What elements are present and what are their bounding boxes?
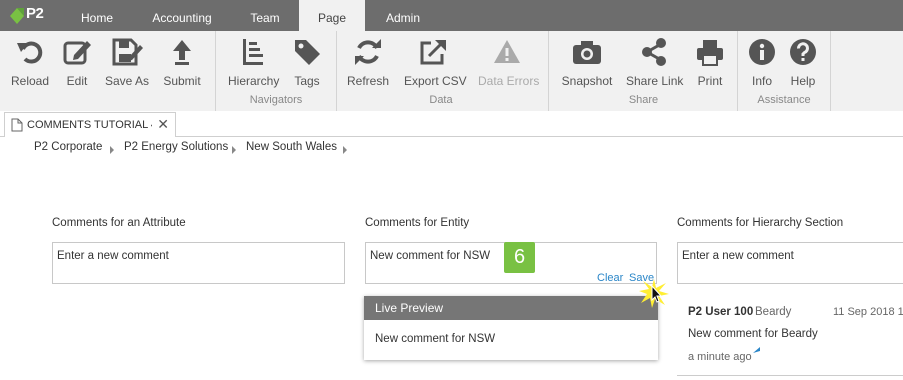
comment-user: P2 User 100: [688, 306, 754, 318]
export-csv-button[interactable]: Export CSV: [404, 37, 467, 88]
export-icon: [420, 40, 446, 65]
ribbon-divider: [737, 31, 738, 111]
mouse-cursor-icon: [639, 279, 669, 308]
edit-label: Edit: [66, 74, 88, 88]
live-preview-panel: Live Preview New comment for NSW: [364, 296, 658, 360]
step-badge: 6: [504, 242, 535, 273]
reply-icon[interactable]: [753, 347, 769, 361]
share-link-label: Share Link: [626, 74, 684, 88]
tab-team[interactable]: Team: [234, 0, 296, 31]
save-as-button[interactable]: Save As: [104, 37, 150, 88]
comment-time-ago: a minute ago: [688, 351, 752, 363]
info-button[interactable]: Info: [747, 37, 777, 88]
info-icon: [749, 39, 775, 65]
reload-label: Reload: [10, 74, 50, 88]
group-label-data: Data: [429, 94, 453, 106]
comment-attribute: Beardy: [755, 306, 792, 318]
chevron-right-icon: [343, 146, 347, 154]
hierarchy-icon: [243, 39, 263, 65]
entity-comment-value: New comment for NSW: [370, 250, 491, 262]
help-label: Help: [790, 74, 816, 88]
tab-accounting[interactable]: Accounting: [142, 0, 222, 31]
live-preview-text: New comment for NSW: [375, 333, 496, 345]
refresh-label: Refresh: [346, 74, 390, 88]
breadcrumb-item[interactable]: New South Wales: [246, 141, 337, 153]
help-icon: [790, 39, 816, 65]
submit-button[interactable]: Submit: [160, 37, 204, 88]
data-errors-button[interactable]: Data Errors: [478, 37, 540, 88]
tags-button[interactable]: Tags: [290, 37, 324, 88]
save-as-label: Save As: [104, 74, 150, 88]
ribbon-divider: [548, 31, 549, 111]
tab-admin[interactable]: Admin: [372, 0, 434, 31]
warning-icon: [494, 40, 520, 63]
submit-icon: [173, 40, 191, 65]
live-preview-header: Live Preview: [364, 296, 658, 320]
print-icon: [697, 40, 723, 66]
hierarchy-comment-placeholder: Enter a new comment: [682, 250, 794, 262]
help-button[interactable]: Help: [787, 37, 819, 88]
camera-icon: [573, 41, 601, 64]
breadcrumb-item[interactable]: P2 Corporate: [34, 141, 102, 153]
document-tab-title: COMMENTS TUTORIAL 4.: [27, 119, 152, 131]
page-icon: [11, 118, 23, 132]
close-icon[interactable]: ✕: [157, 116, 169, 133]
breadcrumb-item[interactable]: P2 Energy Solutions: [124, 141, 228, 153]
live-preview-title: Live Preview: [375, 301, 444, 315]
hierarchy-comment-input[interactable]: Enter a new comment: [677, 242, 903, 284]
data-errors-label: Data Errors: [478, 74, 540, 88]
section-title-hierarchy: Comments for Hierarchy Section: [677, 217, 844, 229]
app-logo-text: P2: [26, 5, 44, 22]
edit-icon: [63, 41, 91, 65]
print-button[interactable]: Print: [692, 37, 728, 88]
snapshot-button[interactable]: Snapshot: [561, 37, 613, 88]
ribbon-divider: [830, 31, 831, 111]
ribbon-divider: [336, 31, 337, 111]
reload-icon: [17, 41, 43, 64]
tags-icon: [295, 40, 320, 65]
save-as-icon: [112, 38, 143, 66]
info-label: Info: [751, 74, 772, 88]
group-label-navigators: Navigators: [249, 94, 303, 106]
edit-button[interactable]: Edit: [58, 37, 96, 88]
comment-text: New comment for Beardy: [688, 328, 818, 340]
section-title-entity: Comments for Entity: [365, 217, 470, 229]
snapshot-label: Snapshot: [561, 74, 613, 88]
tab-page[interactable]: Page: [299, 0, 365, 31]
document-tab-bar: COMMENTS TUTORIAL 4. ✕: [0, 111, 903, 137]
section-title-attribute: Comments for an Attribute: [52, 217, 186, 229]
group-label-share: Share: [628, 94, 659, 106]
share-icon: [642, 38, 666, 66]
hierarchy-label: Hierarchy: [228, 74, 280, 88]
chevron-right-icon: [232, 146, 236, 154]
comment-date: 11 Sep 2018 12: [833, 306, 903, 318]
attribute-comment-input[interactable]: Enter a new comment: [52, 242, 345, 284]
share-link-button[interactable]: Share Link: [626, 37, 684, 88]
ribbon-divider: [215, 31, 216, 111]
comment-divider: [677, 375, 903, 376]
reload-button[interactable]: Reload: [8, 37, 52, 88]
tags-label: Tags: [294, 74, 320, 88]
group-label-assistance: Assistance: [757, 94, 811, 106]
hierarchy-button[interactable]: Hierarchy: [228, 37, 280, 88]
refresh-icon: [355, 39, 381, 65]
top-nav-bar: P2 Home Accounting Team Page Admin: [0, 0, 903, 31]
submit-label: Submit: [163, 74, 201, 88]
attribute-comment-placeholder: Enter a new comment: [57, 250, 169, 262]
ribbon-toolbar: Reload Edit Save As Submit Hierarchy Tag…: [0, 31, 903, 112]
print-label: Print: [697, 74, 723, 88]
tab-home[interactable]: Home: [66, 0, 128, 31]
export-csv-label: Export CSV: [404, 74, 467, 88]
clear-link[interactable]: Clear: [597, 272, 623, 284]
document-tab[interactable]: COMMENTS TUTORIAL 4. ✕: [4, 112, 176, 137]
refresh-button[interactable]: Refresh: [346, 37, 390, 88]
chevron-right-icon: [110, 146, 114, 154]
